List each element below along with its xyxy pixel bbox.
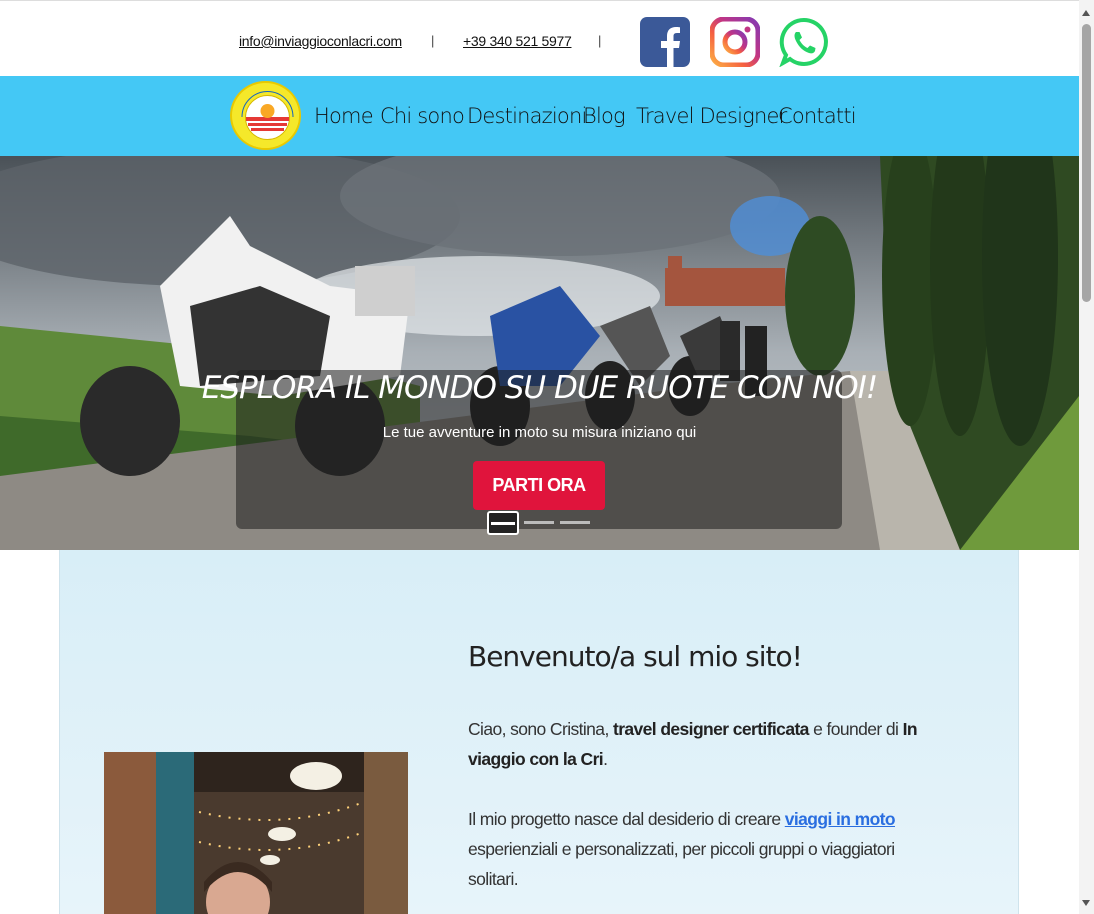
- phone-link[interactable]: +39 340 521 5977: [463, 33, 572, 49]
- separator: |: [598, 33, 602, 48]
- slide-indicator-1[interactable]: [487, 511, 519, 535]
- slide-indicator-2[interactable]: [524, 521, 554, 524]
- page-scrollbar[interactable]: [1079, 0, 1094, 914]
- welcome-section: Benvenuto/a sul mio sito! Ciao, sono Cri…: [59, 550, 1019, 914]
- welcome-paragraph-1: Ciao, sono Cristina, travel designer cer…: [468, 714, 938, 774]
- text: Il mio progetto nasce dal desiderio di c…: [468, 809, 785, 829]
- hero-title: ESPLORA IL MONDO SU DUE RUOTE CON NOI!: [201, 370, 878, 406]
- slide-indicator-3[interactable]: [560, 521, 590, 524]
- nav-destinazioni[interactable]: Destinazioni: [467, 104, 587, 128]
- instagram-icon[interactable]: [710, 17, 760, 67]
- nav-chi-sono[interactable]: Chi sono: [380, 104, 465, 128]
- profile-photo: [104, 752, 408, 914]
- scroll-down-icon[interactable]: [1082, 900, 1090, 906]
- scrollbar-thumb[interactable]: [1082, 24, 1091, 302]
- nav-home[interactable]: Home: [314, 104, 374, 128]
- top-contact-bar: info@inviaggioconlacri.com | +39 340 521…: [0, 0, 1079, 76]
- hero-slider: ESPLORA IL MONDO SU DUE RUOTE CON NOI! L…: [0, 156, 1079, 550]
- site-logo[interactable]: [230, 81, 301, 150]
- bold-text: travel designer certificata: [612, 719, 809, 739]
- text: esperienziali e personalizzati, per picc…: [468, 839, 895, 889]
- whatsapp-icon[interactable]: [779, 17, 829, 67]
- nav-contatti[interactable]: Contatti: [778, 104, 857, 128]
- nav-blog[interactable]: Blog: [583, 104, 626, 128]
- viaggi-in-moto-link[interactable]: viaggi in moto: [785, 809, 896, 829]
- text: .: [603, 749, 608, 769]
- main-navigation: Home Chi sono Destinazioni Blog Travel D…: [0, 76, 1079, 156]
- text: e founder di: [808, 719, 903, 739]
- email-link[interactable]: info@inviaggioconlacri.com: [239, 33, 402, 49]
- welcome-paragraph-2: Il mio progetto nasce dal desiderio di c…: [468, 804, 938, 894]
- parti-ora-button[interactable]: PARTI ORA: [473, 461, 605, 510]
- hero-subtitle: Le tue avventure in moto su misura inizi…: [382, 424, 697, 441]
- facebook-icon[interactable]: [640, 17, 690, 67]
- welcome-title: Benvenuto/a sul mio sito!: [468, 640, 803, 673]
- scroll-up-icon[interactable]: [1082, 10, 1090, 16]
- text: Ciao, sono Cristina,: [468, 719, 613, 739]
- nav-travel-designer[interactable]: Travel Designer: [636, 104, 787, 128]
- separator: |: [431, 33, 435, 48]
